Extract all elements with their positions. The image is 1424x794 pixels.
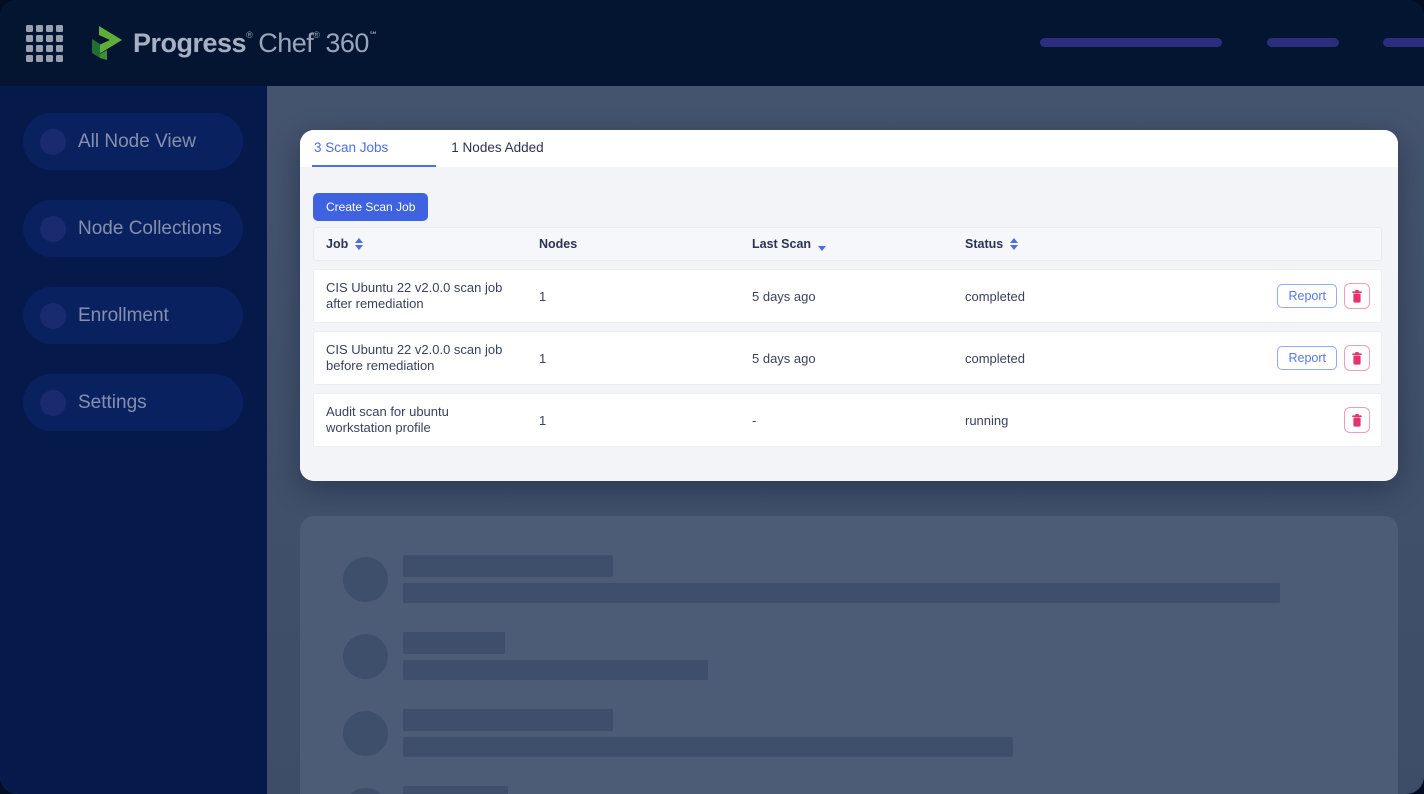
brand-progress: Progress	[133, 27, 247, 58]
chef-logo-icon	[92, 26, 122, 60]
skeleton-bar	[403, 786, 508, 794]
skeleton-bar	[403, 555, 613, 577]
column-header-job[interactable]: Job	[326, 237, 539, 251]
delete-button[interactable]	[1344, 345, 1370, 371]
cell-job: CIS Ubuntu 22 v2.0.0 scan job before rem…	[326, 342, 503, 373]
scan-jobs-section: Create Scan Job Job Nodes Last Scan Stat…	[300, 167, 1398, 481]
skeleton-bar	[403, 632, 505, 654]
scan-jobs-card: 3 Scan Jobs 1 Nodes Added Create Scan Jo…	[300, 130, 1398, 481]
header-skeleton-bar	[1040, 38, 1222, 47]
sidebar-item-settings[interactable]: Settings	[23, 374, 243, 431]
column-header-nodes[interactable]: Nodes	[539, 237, 752, 251]
cell-job: Audit scan for ubuntu workstation profil…	[326, 404, 449, 435]
report-button[interactable]: Report	[1277, 346, 1337, 370]
trash-icon	[1352, 413, 1362, 427]
cell-status: completed	[965, 350, 1025, 366]
skeleton-list-item	[343, 632, 1398, 680]
skeleton-list-item	[343, 786, 1398, 794]
nav-circle-icon	[40, 302, 66, 329]
sidebar-item-all-node-view[interactable]: All Node View	[23, 113, 243, 170]
cell-status: completed	[965, 288, 1025, 304]
nav-circle-icon	[40, 389, 66, 416]
sort-both-icon	[355, 238, 364, 250]
report-button[interactable]: Report	[1277, 284, 1337, 308]
skeleton-bar	[403, 709, 613, 731]
cell-last-scan: 5 days ago	[752, 350, 816, 366]
skeleton-avatar	[343, 787, 388, 794]
header-skeleton-bar	[1383, 38, 1424, 47]
skeleton-list-item	[343, 709, 1398, 757]
table-row: CIS Ubuntu 22 v2.0.0 scan job after reme…	[313, 269, 1382, 323]
table-row: Audit scan for ubuntu workstation profil…	[313, 393, 1382, 447]
column-header-last-scan[interactable]: Last Scan	[752, 237, 965, 251]
main-content: 3 Scan Jobs 1 Nodes Added Create Scan Jo…	[267, 86, 1424, 794]
trash-icon	[1352, 289, 1362, 303]
skeleton-bar	[403, 583, 1280, 603]
cell-nodes: 1	[539, 288, 547, 304]
cell-nodes: 1	[539, 350, 547, 366]
delete-button[interactable]	[1344, 407, 1370, 433]
cell-last-scan: -	[752, 412, 757, 428]
loading-skeleton-panel	[300, 516, 1398, 794]
tab-scan-jobs[interactable]: 3 Scan Jobs	[312, 130, 437, 167]
skeleton-bar	[403, 660, 708, 680]
column-header-status[interactable]: Status	[965, 237, 1370, 251]
table-row: CIS Ubuntu 22 v2.0.0 scan job before rem…	[313, 331, 1382, 385]
tab-bar: 3 Scan Jobs 1 Nodes Added	[300, 130, 1398, 167]
app-grid-icon[interactable]	[26, 24, 63, 62]
brand-360: 360	[325, 27, 369, 58]
brand-wordmark: Progress® Chef® 360℠	[133, 27, 378, 58]
brand-chef: Chef	[258, 27, 314, 58]
trash-icon	[1352, 351, 1362, 365]
skeleton-avatar	[343, 710, 388, 756]
skeleton-bar	[403, 737, 1013, 757]
cell-status: running	[965, 412, 1009, 428]
skeleton-avatar	[343, 633, 388, 679]
sidebar-nav: All Node View Node Collections Enrollmen…	[0, 86, 267, 794]
scan-jobs-table: Job Nodes Last Scan Status CIS Ubuntu 22…	[313, 227, 1382, 447]
sidebar-item-node-collections[interactable]: Node Collections	[23, 200, 243, 257]
table-header-row: Job Nodes Last Scan Status	[313, 227, 1382, 261]
sort-both-icon	[1010, 238, 1019, 250]
create-scan-job-button[interactable]: Create Scan Job	[313, 193, 429, 221]
sidebar-item-enrollment[interactable]: Enrollment	[23, 287, 243, 344]
brand-logo: Progress® Chef® 360℠	[91, 25, 378, 61]
header-skeleton-bar	[1267, 38, 1339, 47]
top-header: Progress® Chef® 360℠	[0, 0, 1424, 86]
skeleton-avatar	[343, 556, 388, 602]
nav-circle-icon	[40, 215, 66, 242]
cell-nodes: 1	[539, 412, 547, 428]
tab-nodes-added[interactable]: 1 Nodes Added	[449, 130, 545, 167]
nav-circle-icon	[40, 128, 66, 155]
skeleton-list-item	[343, 555, 1398, 603]
app-window: Progress® Chef® 360℠ All Node View Node Co…	[0, 0, 1424, 794]
delete-button[interactable]	[1344, 283, 1370, 309]
sort-desc-icon	[818, 246, 827, 251]
cell-job: CIS Ubuntu 22 v2.0.0 scan job after reme…	[326, 280, 503, 311]
cell-last-scan: 5 days ago	[752, 288, 816, 304]
